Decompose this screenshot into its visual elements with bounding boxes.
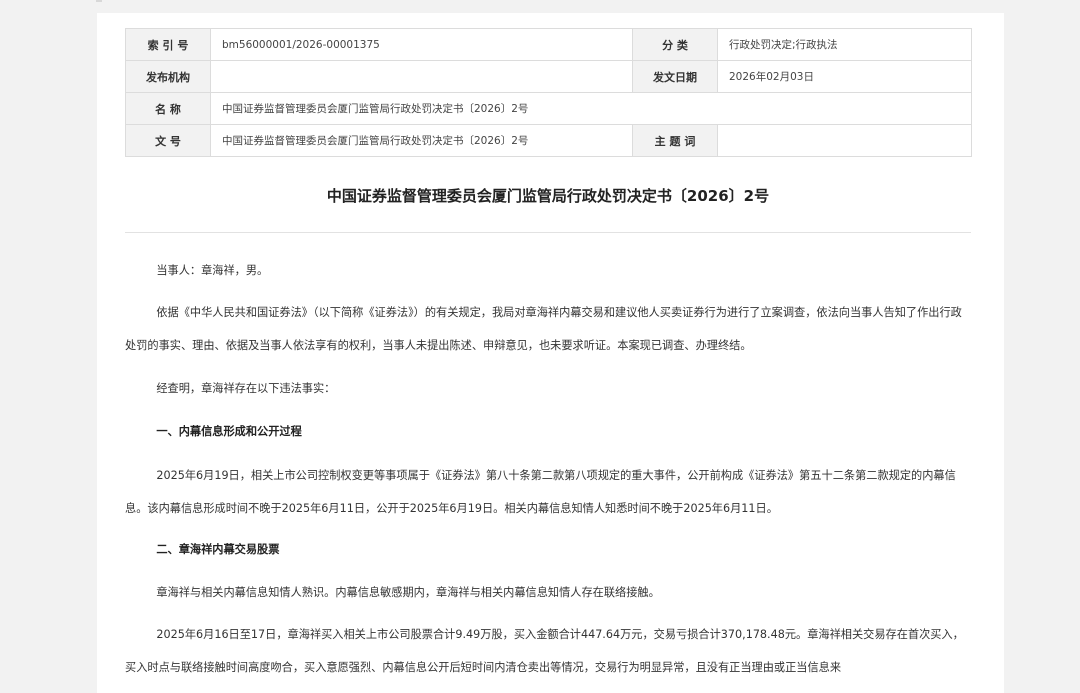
paragraph-party: 当事人：章海祥，男。 — [156, 264, 269, 277]
document-page: 索 引 号 bm56000001/2026-00001375 分 类 行政处罚决… — [97, 13, 1004, 693]
category-label: 分 类 — [632, 28, 718, 61]
section-heading-2: 二、章海祥内幕交易股票 — [156, 543, 280, 556]
docno-label: 文 号 — [125, 124, 211, 157]
document-meta-table: 索 引 号 bm56000001/2026-00001375 分 类 行政处罚决… — [125, 28, 972, 157]
paragraph-trading: 2025年6月16日至17日，章海祥买入相关上市公司股票合计9.49万股，买入金… — [125, 628, 964, 674]
meta-row-name: 名 称 中国证券监督管理委员会厦门监管局行政处罚决定书〔2026〕2号 — [125, 92, 972, 125]
keywords-label: 主 题 词 — [632, 124, 718, 157]
title-divider — [125, 232, 971, 233]
category-value: 行政处罚决定;行政执法 — [717, 28, 972, 61]
publisher-label: 发布机构 — [125, 60, 211, 93]
page-corner-mark — [96, 0, 102, 2]
index-value: bm56000001/2026-00001375 — [210, 28, 633, 61]
paragraph-basis: 依据《中华人民共和国证券法》（以下简称《证券法》）的有关规定，我局对章海祥内幕交… — [125, 306, 962, 352]
document-title: 中国证券监督管理委员会厦门监管局行政处罚决定书〔2026〕2号 — [326, 187, 770, 205]
publisher-value — [210, 60, 633, 93]
docno-value: 中国证券监督管理委员会厦门监管局行政处罚决定书〔2026〕2号 — [210, 124, 633, 157]
section-heading-1: 一、内幕信息形成和公开过程 — [156, 425, 302, 438]
name-value: 中国证券监督管理委员会厦门监管局行政处罚决定书〔2026〕2号 — [210, 92, 972, 125]
paragraph-insider-info: 2025年6月19日，相关上市公司控制权变更等事项属于《证券法》第八十条第二款第… — [125, 469, 956, 515]
date-value: 2026年02月03日 — [717, 60, 972, 93]
index-label: 索 引 号 — [125, 28, 211, 61]
meta-row-index: 索 引 号 bm56000001/2026-00001375 分 类 行政处罚决… — [125, 28, 972, 61]
paragraph-relationship: 章海祥与相关内幕信息知情人熟识。内幕信息敏感期内，章海祥与相关内幕信息知情人存在… — [156, 586, 660, 599]
paragraph-findings-intro: 经查明，章海祥存在以下违法事实： — [156, 382, 336, 395]
meta-row-publisher: 发布机构 发文日期 2026年02月03日 — [125, 60, 972, 93]
keywords-value — [717, 124, 972, 157]
date-label: 发文日期 — [632, 60, 718, 93]
name-label: 名 称 — [125, 92, 211, 125]
meta-row-docno: 文 号 中国证券监督管理委员会厦门监管局行政处罚决定书〔2026〕2号 主 题 … — [125, 124, 972, 157]
